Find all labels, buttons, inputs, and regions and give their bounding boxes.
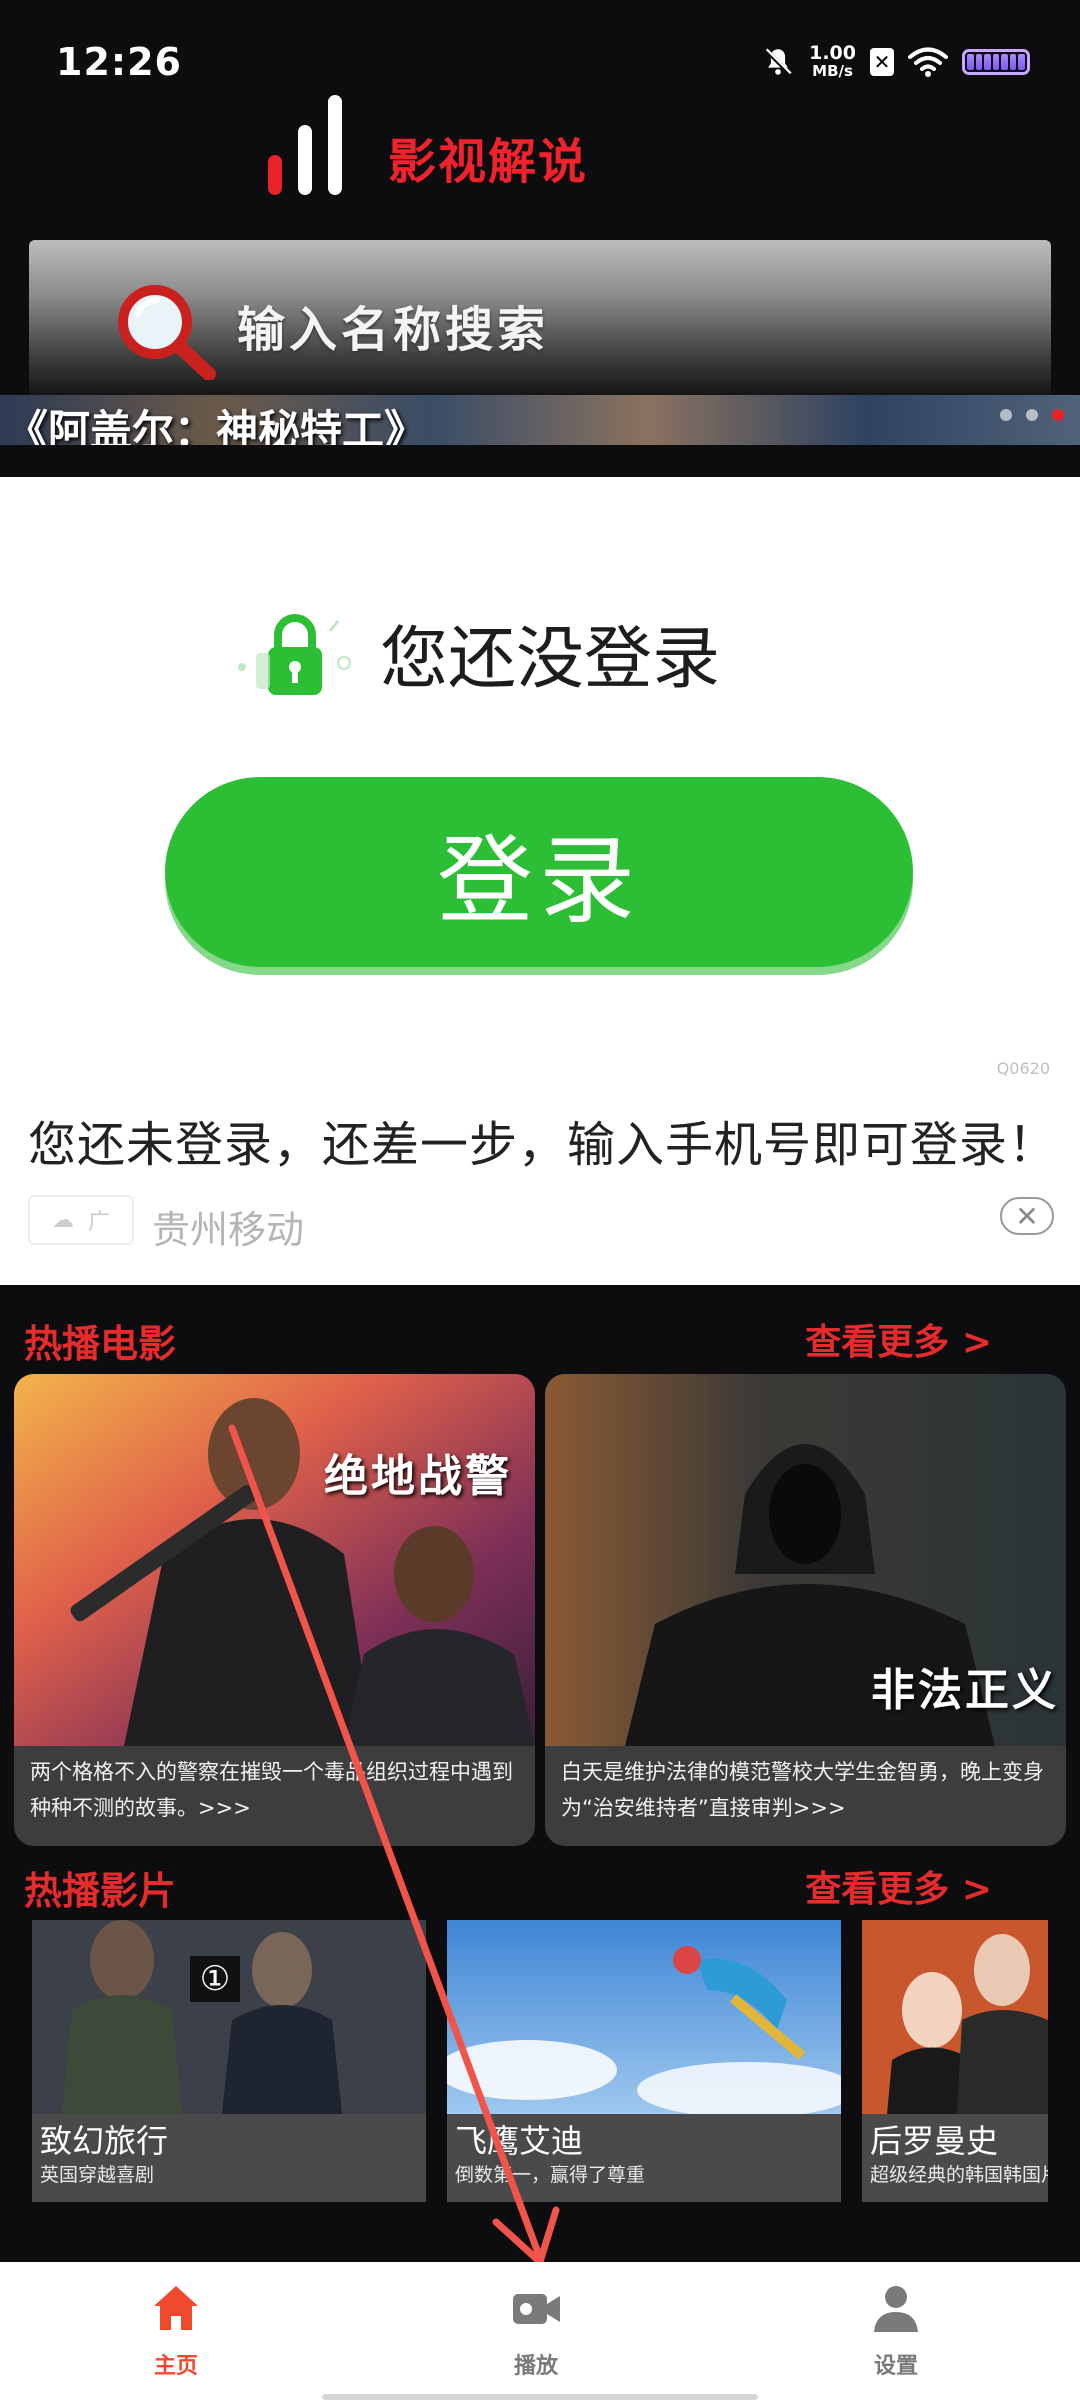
hero-banner[interactable]: 《阿盖尔：神秘特工》 (0, 395, 1080, 445)
search-icon (118, 285, 216, 380)
clock: 12:26 (56, 40, 182, 84)
home-indicator[interactable] (322, 2394, 758, 2400)
ad-badge: ☁ 广 (28, 1195, 134, 1245)
login-ad-panel: 您还没登录 登录 Q0620 您还未登录，还差一步，输入手机号即可登录！ ☁ 广… (0, 477, 1080, 1285)
search-bar[interactable]: 输入名称搜索 (29, 240, 1051, 398)
speed-value: 1.00 (809, 42, 856, 64)
speed-unit: MB/s (812, 62, 853, 80)
nav-settings-label: 设置 (873, 2354, 918, 2379)
banner-pager (1000, 409, 1064, 421)
login-button[interactable]: 登录 (165, 777, 913, 967)
cloud-icon: ☁ (51, 1207, 74, 1233)
lock-icon (238, 614, 351, 695)
battery-icon (962, 49, 1030, 75)
show-poster-image (862, 1920, 1048, 2114)
not-logged-in-text: 您还没登录 (380, 620, 721, 699)
movie-description: 两个格格不入的警察在摧毁一个毒品组织过程中遇到种种不测的故事。>>> (30, 1760, 513, 1820)
hot-movies-title: 热播电影 (24, 1322, 177, 1366)
movie-poster-image (14, 1374, 535, 1746)
show-poster-image (447, 1920, 841, 2114)
nav-settings[interactable]: 设置 (816, 2282, 976, 2380)
app-logo-icon (268, 95, 348, 195)
show-name: 飞鹰艾迪 (455, 2122, 584, 2160)
episode-badge: ① (190, 1956, 240, 2002)
bottom-nav: 主页 播放 设置 (0, 2262, 1080, 2408)
ad-badge-label: 广 (87, 1210, 110, 1235)
nav-home-label: 主页 (153, 2354, 198, 2379)
ad-advertiser: 贵州移动 (152, 1208, 305, 1252)
ad-close-button[interactable]: ✕ (1000, 1197, 1054, 1235)
wifi-icon (908, 47, 948, 77)
status-bar: 12:26 1.00 MB/s ✕ (0, 0, 1080, 120)
bell-muted-icon (765, 48, 792, 75)
person-icon (874, 2286, 918, 2332)
x-badge-icon: ✕ (870, 48, 894, 76)
pager-dot-active (1052, 409, 1064, 421)
ad-headline[interactable]: 您还未登录，还差一步，输入手机号即可登录！ (28, 1105, 1057, 1175)
nav-home[interactable]: 主页 (96, 2282, 256, 2380)
movie-title: 绝地战警 (324, 1451, 512, 1502)
show-poster-image (32, 1920, 426, 2114)
ad-code: Q0620 (996, 1059, 1050, 1078)
home-icon (154, 2286, 198, 2330)
show-subtitle: 倒数第一，赢得了尊重 (455, 2164, 646, 2186)
show-subtitle: 英国穿越喜剧 (40, 2164, 155, 2186)
pager-dot (1026, 409, 1038, 421)
movie-card[interactable]: 绝地战警 两个格格不入的警察在摧毁一个毒品组织过程中遇到种种不测的故事。>>> (14, 1374, 535, 1846)
movie-card[interactable]: 非法正义 白天是维护法律的模范警校大学生金智勇，晚上变身为“治安维持者”直接审判… (545, 1374, 1066, 1846)
show-card[interactable]: ① 致幻旅行 英国穿越喜剧 (32, 1920, 426, 2202)
movie-description: 白天是维护法律的模范警校大学生金智勇，晚上变身为“治安维持者”直接审判>>> (561, 1760, 1044, 1820)
show-name: 后罗曼史 (870, 2122, 999, 2160)
banner-title: 《阿盖尔：神秘特工》 (6, 406, 427, 445)
search-placeholder: 输入名称搜索 (237, 302, 550, 358)
show-name: 致幻旅行 (40, 2122, 169, 2160)
video-camera-icon (513, 2294, 560, 2324)
network-speed: 1.00 MB/s (809, 42, 856, 81)
app-title: 影视解说 (388, 134, 589, 190)
nav-play[interactable]: 播放 (456, 2282, 616, 2380)
hot-shows-more-link[interactable]: 查看更多 > (805, 1860, 992, 1912)
show-subtitle: 超级经典的韩国韩国片 (870, 2164, 1048, 2186)
show-card[interactable]: 后罗曼史 超级经典的韩国韩国片 (862, 1920, 1048, 2202)
nav-play-label: 播放 (513, 2354, 558, 2379)
pager-dot (1000, 409, 1012, 421)
movie-title: 非法正义 (871, 1665, 1059, 1716)
hot-movies-more-link[interactable]: 查看更多 > (805, 1313, 992, 1365)
hot-shows-title: 热播影片 (24, 1869, 177, 1913)
status-icons: 1.00 MB/s ✕ (761, 40, 1030, 84)
show-card[interactable]: 飞鹰艾迪 倒数第一，赢得了尊重 (447, 1920, 841, 2202)
